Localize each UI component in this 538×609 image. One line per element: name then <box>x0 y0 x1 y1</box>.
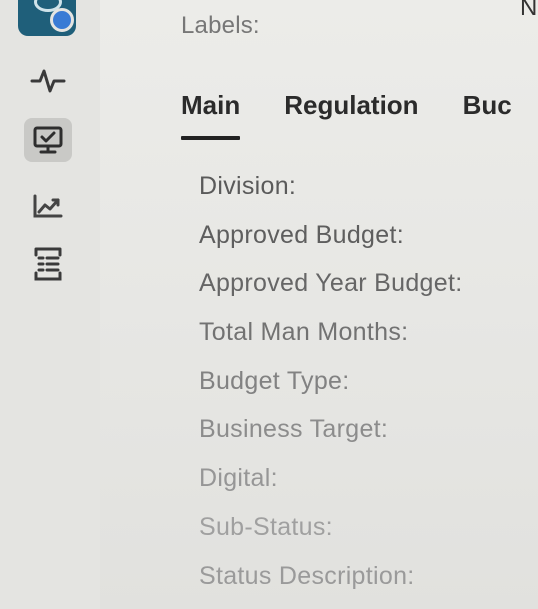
rail-item-trend[interactable] <box>24 184 72 228</box>
monitor-check-icon <box>33 126 63 154</box>
trend-chart-icon <box>33 194 63 218</box>
status-dot-icon <box>50 8 74 32</box>
field-label-business-target: Business Target: <box>199 415 389 444</box>
checklist-icon <box>34 247 62 281</box>
field-label-sub-status: Sub-Status: <box>199 512 333 541</box>
field-label-approved-budget: Approved Budget: <box>199 220 404 249</box>
field-label-digital: Digital: <box>199 464 278 493</box>
left-icon-rail <box>0 0 100 609</box>
tab-regulation[interactable]: Regulation <box>284 90 418 140</box>
cropped-header-text: N <box>520 0 538 21</box>
tab-budget[interactable]: Buc <box>463 90 512 140</box>
rail-item-monitor[interactable] <box>24 118 72 162</box>
field-label-status-description: Status Description: <box>199 561 415 590</box>
rail-item-activity[interactable] <box>24 58 72 102</box>
field-label-division: Division: <box>199 172 297 200</box>
app-screen: Labels: N Main Regulation Buc Division: … <box>0 0 538 609</box>
activity-icon <box>30 69 66 93</box>
field-label-budget-type: Budget Type: <box>199 366 350 395</box>
tab-main[interactable]: Main <box>181 90 241 140</box>
field-list: Division: Approved Budget: Approved Year… <box>199 172 538 609</box>
labels-caption: Labels: <box>181 12 260 39</box>
avatar[interactable] <box>18 0 76 36</box>
tab-bar: Main Regulation Buc <box>181 90 538 140</box>
field-label-approved-year-budget: Approved Year Budget: <box>199 269 463 298</box>
field-label-total-man-months: Total Man Months: <box>199 318 409 347</box>
rail-item-checklist[interactable] <box>24 242 72 286</box>
